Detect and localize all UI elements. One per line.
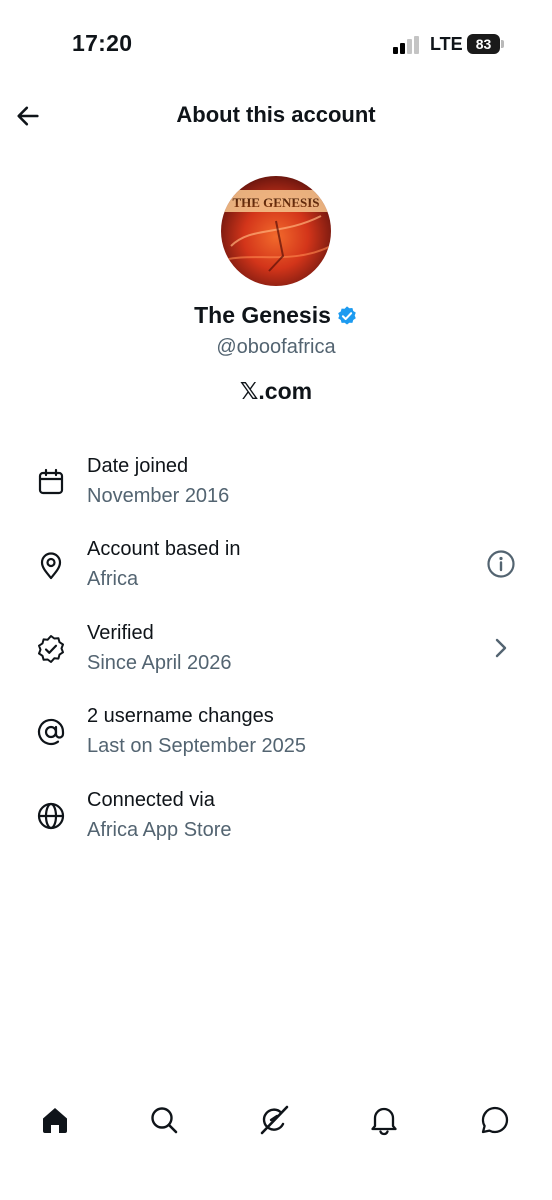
search-icon [151, 1107, 178, 1134]
info-subtitle: Last on September 2025 [87, 735, 307, 757]
avatar-image: THE GENESIS [221, 176, 331, 286]
bottom-nav [0, 1088, 552, 1150]
display-name-row: The Genesis [0, 302, 552, 329]
info-subtitle: Africa [87, 568, 139, 590]
info-button[interactable] [484, 547, 518, 581]
info-row-date-joined: Date joined November 2016 [0, 450, 552, 520]
nav-search[interactable] [146, 1102, 182, 1138]
status-bar: 17:20 LTE 83 [0, 0, 552, 90]
info-icon [487, 550, 515, 578]
info-subtitle: Africa App Store [87, 819, 232, 841]
battery-level: 83 [467, 34, 500, 54]
grok-icon [260, 1105, 289, 1135]
messages-icon [481, 1106, 509, 1134]
nav-notifications[interactable] [366, 1102, 402, 1138]
nav-home[interactable] [37, 1102, 73, 1138]
info-row-username-changes: 2 username changes Last on September 202… [0, 700, 552, 770]
chevron-right-icon [495, 638, 507, 658]
info-title: Connected via [87, 789, 215, 811]
info-title: 2 username changes [87, 705, 274, 727]
status-time: 17:20 [72, 30, 133, 56]
notifications-icon [371, 1107, 397, 1136]
info-row-connected-via: Connected via Africa App Store [0, 784, 552, 854]
nav-grok[interactable] [256, 1102, 292, 1138]
calendar-icon [38, 468, 64, 495]
info-subtitle: November 2016 [87, 485, 230, 507]
at-sign-icon [37, 718, 65, 746]
globe-icon [37, 802, 65, 830]
platform-domain: 𝕏.com [239, 378, 313, 404]
username-handle: @oboofafrica [216, 336, 336, 358]
verified-checkmark-icon [338, 305, 356, 325]
info-row-account-based-in: Account based in Africa [0, 533, 552, 603]
nav-messages[interactable] [477, 1102, 513, 1138]
info-title: Account based in [87, 538, 241, 560]
info-subtitle: Since April 2026 [87, 652, 232, 674]
avatar[interactable]: THE GENESIS [221, 176, 331, 286]
info-row-verified[interactable]: Verified Since April 2026 [0, 617, 552, 687]
page-title: About this account [176, 102, 376, 127]
header: About this account [0, 90, 552, 142]
home-icon [43, 1108, 67, 1133]
verified-details-button[interactable] [484, 631, 518, 665]
cellular-signal-icon [393, 36, 419, 54]
location-pin-icon [40, 552, 62, 580]
info-title: Date joined [87, 455, 189, 477]
svg-text:THE GENESIS: THE GENESIS [232, 195, 319, 210]
network-type: LTE [430, 34, 463, 54]
battery-icon: 83 [467, 34, 505, 54]
verified-badge-icon [38, 635, 64, 663]
info-title: Verified [87, 622, 154, 644]
display-name: The Genesis [194, 302, 331, 328]
